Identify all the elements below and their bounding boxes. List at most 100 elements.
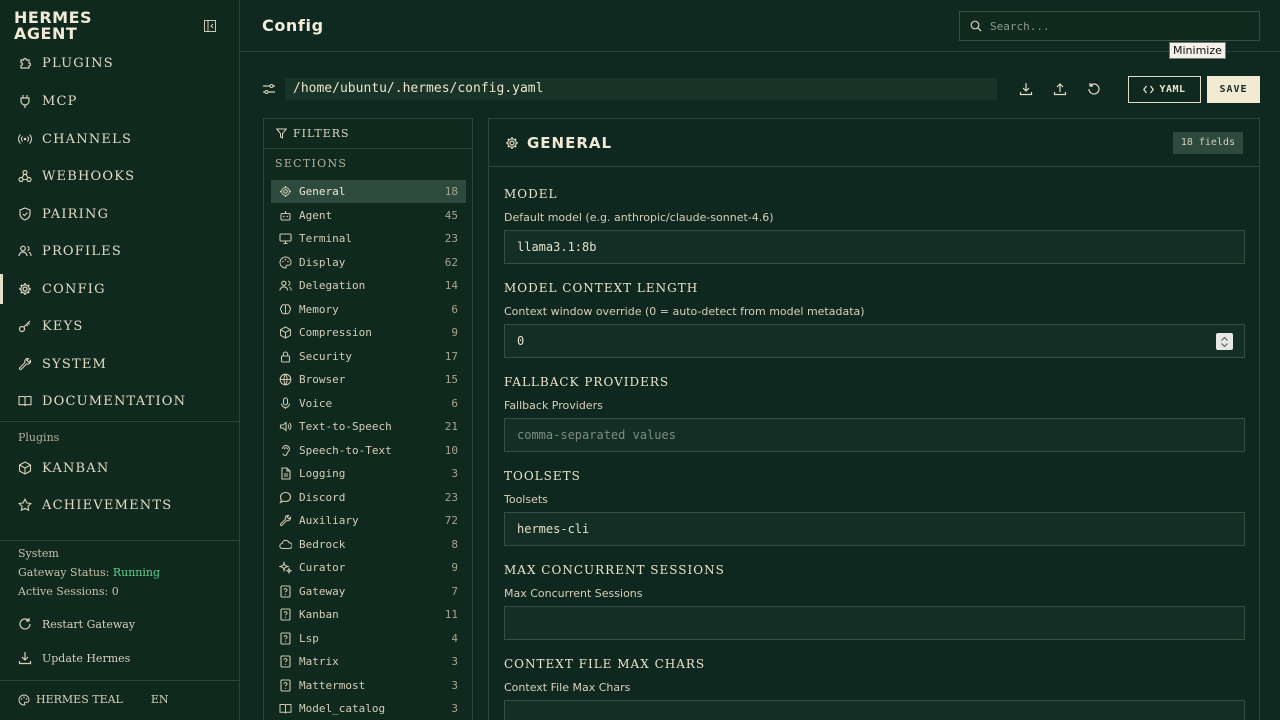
section-item-count: 3 bbox=[451, 655, 458, 668]
nav-item-keys[interactable]: KEYS bbox=[0, 311, 239, 341]
max-concurrent-sessions-input[interactable] bbox=[504, 606, 1245, 640]
fallback-providers-input[interactable]: comma-separated values bbox=[504, 418, 1245, 452]
section-item-browser[interactable]: Browser 15 bbox=[271, 368, 466, 391]
nav-item-system[interactable]: SYSTEM bbox=[0, 349, 239, 379]
plugins-section-label: Plugins bbox=[18, 431, 60, 444]
nav-label: DOCUMENTATION bbox=[42, 393, 187, 409]
theme-switcher[interactable]: HERMES TEAL bbox=[18, 693, 123, 706]
toolsets-input[interactable]: hermes-cli bbox=[504, 512, 1245, 546]
wrench-icon bbox=[279, 514, 292, 527]
save-button[interactable]: SAVE bbox=[1207, 76, 1260, 103]
general-settings-panel: GENERAL 18 fields MODEL Default model (e… bbox=[488, 118, 1260, 720]
section-item-lsp[interactable]: Lsp 4 bbox=[271, 627, 466, 650]
section-item-auxiliary[interactable]: Auxiliary 72 bbox=[271, 509, 466, 532]
section-item-gateway[interactable]: Gateway 7 bbox=[271, 580, 466, 603]
model-context-length-input[interactable]: 0 bbox=[504, 324, 1245, 358]
yaml-view-button[interactable]: YAML bbox=[1128, 76, 1201, 103]
nav-item-mcp[interactable]: MCP bbox=[0, 86, 239, 116]
section-item-general[interactable]: General 18 bbox=[271, 180, 466, 203]
field-count-badge: 18 fields bbox=[1172, 132, 1243, 154]
users-icon bbox=[279, 279, 292, 292]
nav-item-achievements[interactable]: ACHIEVEMENTS bbox=[0, 490, 239, 520]
nav-item-plugins[interactable]: PLUGINS bbox=[0, 48, 239, 78]
download-icon bbox=[1019, 83, 1033, 96]
nav-item-channels[interactable]: CHANNELS bbox=[0, 124, 239, 154]
section-item-curator[interactable]: Curator 9 bbox=[271, 556, 466, 579]
toolsets-value: hermes-cli bbox=[517, 522, 590, 536]
section-item-label: Bedrock bbox=[299, 537, 346, 551]
ear-icon bbox=[279, 444, 292, 457]
section-item-label: General bbox=[299, 185, 346, 198]
reset-button[interactable] bbox=[1086, 81, 1102, 97]
restart-gateway-button[interactable]: Restart Gateway bbox=[18, 617, 135, 631]
section-item-count: 18 bbox=[444, 185, 458, 198]
number-stepper[interactable] bbox=[1216, 333, 1233, 350]
section-item-model-catalog[interactable]: Model_catalog 3 bbox=[271, 697, 466, 720]
section-item-count: 21 bbox=[444, 420, 458, 433]
sidebar: HERMES AGENT PLUGINS MCP CHANNELS WEBHOO… bbox=[0, 0, 240, 720]
section-item-bedrock[interactable]: Bedrock 8 bbox=[271, 533, 466, 556]
model-context-length-description: Context window override (0 = auto-detect… bbox=[504, 305, 865, 318]
model-value: llama3.1:8b bbox=[517, 240, 597, 254]
active-sessions: Active Sessions: 0 bbox=[18, 585, 119, 598]
toolsets-label: TOOLSETS bbox=[504, 469, 581, 483]
update-hermes-button[interactable]: Update Hermes bbox=[18, 651, 130, 665]
upload-button[interactable] bbox=[1052, 81, 1068, 97]
section-item-memory[interactable]: Memory 6 bbox=[271, 298, 466, 321]
section-item-count: 62 bbox=[444, 255, 458, 269]
section-item-matrix[interactable]: Matrix 3 bbox=[271, 650, 466, 673]
section-item-agent[interactable]: Agent 45 bbox=[271, 204, 466, 227]
toolsets-description: Toolsets bbox=[504, 493, 548, 506]
nav-label: PAIRING bbox=[42, 206, 110, 222]
search-box[interactable] bbox=[959, 11, 1260, 41]
nav-label: WEBHOOKS bbox=[42, 168, 136, 184]
search-input[interactable] bbox=[990, 19, 1250, 33]
section-item-label: Logging bbox=[299, 467, 346, 480]
nav-item-config[interactable]: CONFIG bbox=[0, 274, 239, 304]
section-item-label: Voice bbox=[299, 396, 333, 410]
section-item-display[interactable]: Display 62 bbox=[271, 251, 466, 274]
section-item-label: Gateway bbox=[299, 584, 346, 598]
fallback-providers-label: FALLBACK PROVIDERS bbox=[504, 375, 670, 389]
globe-icon bbox=[279, 373, 292, 386]
section-item-voice[interactable]: Voice 6 bbox=[271, 392, 466, 415]
nav-label: KEYS bbox=[42, 318, 84, 334]
section-item-count: 7 bbox=[451, 584, 458, 598]
palette-icon bbox=[279, 255, 292, 269]
package-icon bbox=[279, 326, 292, 339]
section-item-compression[interactable]: Compression 9 bbox=[271, 321, 466, 344]
section-item-speech-to-text[interactable]: Speech-to-Text 10 bbox=[271, 439, 466, 462]
nav-item-kanban[interactable]: KANBAN bbox=[0, 453, 239, 483]
section-item-logging[interactable]: Logging 3 bbox=[271, 462, 466, 485]
section-item-terminal[interactable]: Terminal 23 bbox=[271, 227, 466, 250]
section-item-count: 4 bbox=[451, 631, 458, 645]
nav-item-profiles[interactable]: PROFILES bbox=[0, 236, 239, 266]
context-file-max-chars-label: CONTEXT FILE MAX CHARS bbox=[504, 657, 706, 671]
active-sessions-label: Active Sessions: bbox=[18, 585, 109, 598]
collapse-sidebar-button[interactable] bbox=[202, 18, 218, 34]
active-sessions-value: 0 bbox=[111, 585, 119, 598]
download-button[interactable] bbox=[1018, 81, 1034, 97]
section-item-text-to-speech[interactable]: Text-to-Speech 21 bbox=[271, 415, 466, 438]
section-item-kanban[interactable]: Kanban 11 bbox=[271, 603, 466, 626]
section-item-label: Curator bbox=[299, 561, 346, 574]
nav-item-documentation[interactable]: DOCUMENTATION bbox=[0, 386, 239, 416]
brand-logo[interactable]: HERMES AGENT bbox=[14, 10, 92, 42]
section-item-mattermost[interactable]: Mattermost 3 bbox=[271, 674, 466, 697]
section-item-delegation[interactable]: Delegation 14 bbox=[271, 274, 466, 297]
language-switcher[interactable]: EN bbox=[151, 693, 169, 706]
section-item-count: 14 bbox=[444, 279, 458, 292]
minimize-tooltip: Minimize bbox=[1169, 42, 1226, 59]
context-file-max-chars-input[interactable] bbox=[504, 700, 1245, 720]
model-input[interactable]: llama3.1:8b bbox=[504, 230, 1245, 264]
section-item-security[interactable]: Security 17 bbox=[271, 345, 466, 368]
section-item-count: 3 bbox=[451, 702, 458, 715]
file-icon bbox=[279, 467, 292, 480]
fallback-providers-description: Fallback Providers bbox=[504, 399, 603, 412]
broadcast-icon bbox=[18, 132, 32, 146]
nav-item-pairing[interactable]: PAIRING bbox=[0, 199, 239, 229]
nav-item-webhooks[interactable]: WEBHOOKS bbox=[0, 161, 239, 191]
sidebar-collapse-icon bbox=[204, 20, 216, 32]
section-item-discord[interactable]: Discord 23 bbox=[271, 486, 466, 509]
section-item-label: Delegation bbox=[299, 279, 366, 292]
